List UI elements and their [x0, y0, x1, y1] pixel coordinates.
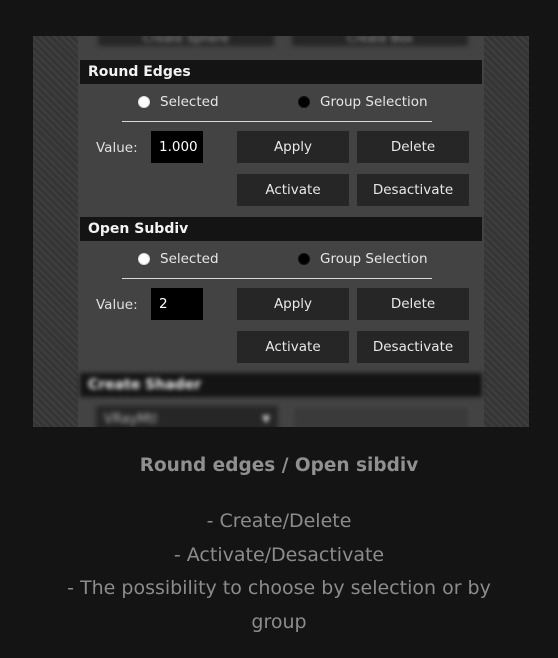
round-edges-desactivate-button[interactable]: Desactivate: [357, 174, 469, 206]
open-subdiv-activate-button[interactable]: Activate: [237, 331, 349, 363]
radio-off-icon: [298, 253, 310, 265]
round-edges-header: Round Edges: [80, 60, 482, 84]
open-subdiv-desactivate-button[interactable]: Desactivate: [357, 331, 469, 363]
open-subdiv-value-label: Value:: [96, 297, 138, 313]
caption-title: Round edges / Open sibdiv: [139, 455, 419, 476]
caption-line: group: [251, 611, 307, 633]
caption-line: - Activate/Desactivate: [173, 544, 385, 566]
round-edges-apply-button[interactable]: Apply: [237, 131, 349, 163]
divider: [122, 121, 432, 122]
round-edges-value-label: Value:: [96, 140, 138, 156]
radio-on-icon: [138, 96, 150, 108]
radio-label: Group Selection: [320, 94, 428, 110]
open-subdiv-delete-button[interactable]: Delete: [357, 288, 469, 320]
tool-screenshot: Create Sphere Create Box Round Edges Sel…: [33, 36, 529, 427]
round-edges-activate-button[interactable]: Activate: [237, 174, 349, 206]
create-box-button[interactable]: Create Box: [292, 36, 468, 46]
round-edges-delete-button[interactable]: Delete: [357, 131, 469, 163]
create-shader-header: Create Shader: [80, 373, 482, 397]
radio-off-icon: [298, 96, 310, 108]
radio-on-icon: [138, 253, 150, 265]
open-subdiv-apply-button[interactable]: Apply: [237, 288, 349, 320]
radio-label: Selected: [160, 251, 219, 267]
shader-name-input[interactable]: [292, 406, 470, 427]
radio-label: Selected: [160, 94, 219, 110]
caption-line: - Create/Delete: [206, 510, 352, 532]
divider: [122, 278, 432, 279]
open-subdiv-value-input[interactable]: 2: [151, 288, 203, 320]
radio-label: Group Selection: [320, 251, 428, 267]
shader-dropdown[interactable]: VRayMtl ▼: [96, 406, 278, 427]
open-subdiv-header: Open Subdiv: [80, 217, 482, 241]
shader-dropdown-value: VRayMtl: [104, 412, 158, 427]
open-subdiv-radio-group[interactable]: Group Selection: [298, 251, 428, 267]
caption-line: - The possibility to choose by selection…: [67, 577, 491, 599]
round-edges-radio-group[interactable]: Group Selection: [298, 94, 428, 110]
create-sphere-button[interactable]: Create Sphere: [98, 36, 274, 46]
tool-panel: Create Sphere Create Box Round Edges Sel…: [78, 36, 484, 427]
round-edges-radio-selected[interactable]: Selected: [138, 94, 219, 110]
round-edges-value-input[interactable]: 1.000: [151, 131, 203, 163]
open-subdiv-radio-selected[interactable]: Selected: [138, 251, 219, 267]
chevron-down-icon: ▼: [262, 414, 270, 425]
